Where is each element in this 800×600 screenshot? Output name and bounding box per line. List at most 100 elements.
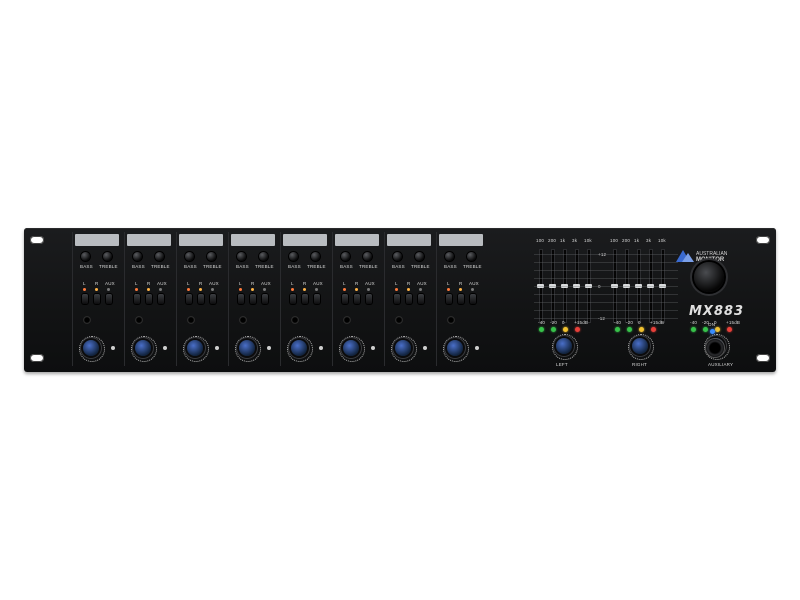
input-trim-socket[interactable] <box>395 316 403 324</box>
treble-knob[interactable] <box>363 252 372 261</box>
aux-assign-button[interactable] <box>106 294 112 304</box>
aux-assign-button[interactable] <box>262 294 268 304</box>
channel-label-strip <box>439 234 483 246</box>
channel-gain-knob[interactable] <box>291 340 307 356</box>
right-assign-button[interactable] <box>354 294 360 304</box>
left-assign-button[interactable] <box>290 294 296 304</box>
channel-gain-knob[interactable] <box>395 340 411 356</box>
channel-gain-knob[interactable] <box>447 340 463 356</box>
power-on-led <box>710 329 715 334</box>
bass-knob[interactable] <box>393 252 402 261</box>
treble-label: TREBLE <box>151 264 170 269</box>
right-assign-button[interactable] <box>458 294 464 304</box>
channel-gain-knob[interactable] <box>135 340 151 356</box>
bass-label: BASS <box>444 264 457 269</box>
input-trim-socket[interactable] <box>83 316 91 324</box>
right-assign-button[interactable] <box>406 294 412 304</box>
eq-band-label: 3k <box>572 238 578 243</box>
bass-knob[interactable] <box>445 252 454 261</box>
meter-led <box>575 327 580 332</box>
left-assign-button[interactable] <box>186 294 192 304</box>
aux-assign-button[interactable] <box>314 294 320 304</box>
headphone-jack[interactable] <box>706 339 724 357</box>
right-led <box>95 288 98 291</box>
input-trim-socket[interactable] <box>343 316 351 324</box>
input-trim-socket[interactable] <box>135 316 143 324</box>
left-label: L <box>291 281 294 286</box>
signal-led <box>371 346 375 350</box>
right-assign-button[interactable] <box>198 294 204 304</box>
treble-knob[interactable] <box>207 252 216 261</box>
input-trim-socket[interactable] <box>187 316 195 324</box>
right-assign-button[interactable] <box>146 294 152 304</box>
bass-knob[interactable] <box>341 252 350 261</box>
aux-led <box>107 288 110 291</box>
rack-ear-hole-top-right <box>756 236 770 244</box>
channel-gain-knob[interactable] <box>239 340 255 356</box>
treble-knob[interactable] <box>259 252 268 261</box>
right-assign-button[interactable] <box>94 294 100 304</box>
left-assign-button[interactable] <box>82 294 88 304</box>
bass-label: BASS <box>132 264 145 269</box>
aux-led <box>263 288 266 291</box>
treble-knob[interactable] <box>155 252 164 261</box>
channel-gain-knob[interactable] <box>83 340 99 356</box>
bass-knob[interactable] <box>289 252 298 261</box>
meter-led-label: 0 <box>638 320 641 325</box>
bass-knob[interactable] <box>185 252 194 261</box>
master-volume-knob[interactable] <box>694 262 724 292</box>
aux-led <box>315 288 318 291</box>
aux-assign-button[interactable] <box>366 294 372 304</box>
output-level-knob[interactable] <box>556 338 572 354</box>
right-assign-button[interactable] <box>302 294 308 304</box>
aux-assign-button[interactable] <box>470 294 476 304</box>
input-trim-socket[interactable] <box>239 316 247 324</box>
signal-led <box>267 346 271 350</box>
treble-label: TREBLE <box>359 264 378 269</box>
bass-knob[interactable] <box>81 252 90 261</box>
left-assign-button[interactable] <box>342 294 348 304</box>
output-level-knob[interactable] <box>632 338 648 354</box>
treble-label: TREBLE <box>411 264 430 269</box>
treble-knob[interactable] <box>415 252 424 261</box>
bass-knob[interactable] <box>133 252 142 261</box>
eq-grid-tick <box>534 318 678 319</box>
meter-led-label: +15dB <box>650 320 665 325</box>
left-assign-button[interactable] <box>446 294 452 304</box>
left-assign-button[interactable] <box>134 294 140 304</box>
output-section-label: RIGHT <box>632 362 647 367</box>
aux-label: AUX <box>157 281 167 286</box>
treble-label: TREBLE <box>99 264 118 269</box>
output-section-label: AUXILIARY <box>708 362 734 367</box>
input-trim-socket[interactable] <box>291 316 299 324</box>
bass-label: BASS <box>184 264 197 269</box>
channel-strip: BASS TREBLE L R AUX <box>332 232 383 366</box>
channel-label-strip <box>283 234 327 246</box>
left-assign-button[interactable] <box>238 294 244 304</box>
aux-assign-button[interactable] <box>418 294 424 304</box>
left-assign-button[interactable] <box>394 294 400 304</box>
aux-assign-button[interactable] <box>158 294 164 304</box>
treble-knob[interactable] <box>311 252 320 261</box>
channel-strip: BASS TREBLE L R AUX <box>228 232 279 366</box>
right-assign-button[interactable] <box>250 294 256 304</box>
channel-gain-knob[interactable] <box>187 340 203 356</box>
channel-strip: BASS TREBLE L R AUX <box>124 232 175 366</box>
rack-ear-hole-top-left <box>30 236 44 244</box>
aux-label: AUX <box>365 281 375 286</box>
eq-band-label: 100 <box>610 238 619 243</box>
treble-knob[interactable] <box>467 252 476 261</box>
mixer-rack-unit: BASS TREBLE L R AUX BASS TREBLE L R AUX BASS TREBLE… <box>24 228 776 372</box>
channel-strip: BASS TREBLE L R AUX <box>280 232 331 366</box>
left-label: L <box>343 281 346 286</box>
aux-led <box>367 288 370 291</box>
aux-assign-button[interactable] <box>210 294 216 304</box>
input-trim-socket[interactable] <box>447 316 455 324</box>
aux-label: AUX <box>105 281 115 286</box>
front-panel: BASS TREBLE L R AUX BASS TREBLE L R AUX BASS TREBLE… <box>72 228 740 372</box>
bass-knob[interactable] <box>237 252 246 261</box>
treble-knob[interactable] <box>103 252 112 261</box>
signal-led <box>163 346 167 350</box>
channel-gain-knob[interactable] <box>343 340 359 356</box>
meter-led <box>651 327 656 332</box>
